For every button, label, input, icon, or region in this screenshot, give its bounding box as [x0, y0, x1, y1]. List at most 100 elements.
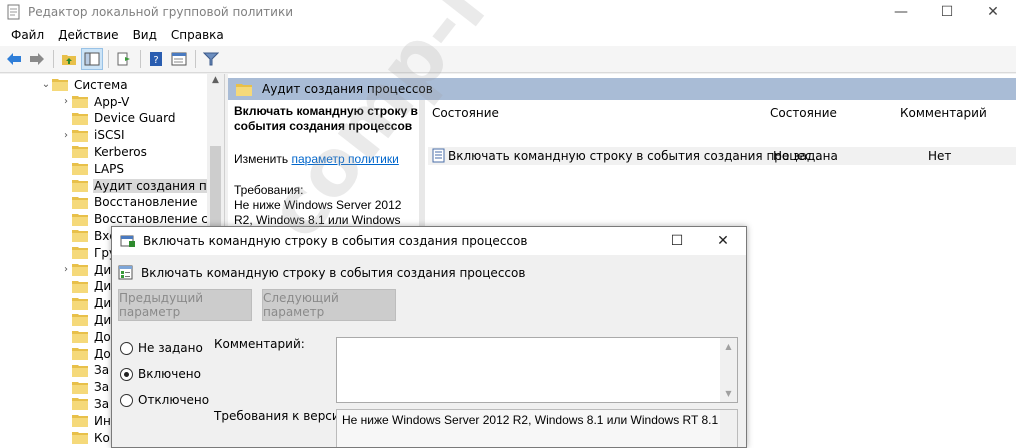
- folder-icon: [72, 398, 88, 411]
- tree-item[interactable]: LAPS: [60, 160, 125, 177]
- tree-item[interactable]: До: [60, 345, 112, 362]
- radio-circle[interactable]: [120, 341, 133, 355]
- tree-item[interactable]: Ди: [60, 311, 112, 328]
- forward-button[interactable]: [26, 48, 48, 70]
- tree-item[interactable]: Гру: [60, 244, 117, 261]
- edit-policy-line: Изменить параметр политики: [234, 152, 419, 167]
- tree-item[interactable]: Ко: [60, 429, 111, 446]
- tree-item[interactable]: За: [60, 395, 110, 412]
- tree-item[interactable]: За: [60, 379, 110, 396]
- folder-icon: [72, 230, 88, 243]
- tree-item-label: Ди: [94, 279, 112, 294]
- details-header: Аудит создания процессов: [228, 78, 1016, 100]
- tree-item[interactable]: Вхо: [60, 227, 118, 244]
- toolbar-separator: [108, 50, 109, 68]
- radio-label: Отключено: [138, 393, 210, 407]
- tree-item[interactable]: › App-V: [60, 93, 130, 110]
- export-icon: [117, 52, 130, 66]
- dialog-app-icon: [120, 235, 135, 247]
- column-header-setting[interactable]: Состояние: [432, 106, 499, 124]
- tree-item[interactable]: Аудит создания проце: [60, 177, 224, 194]
- chevron-right-icon[interactable]: ›: [60, 96, 72, 107]
- radio-circle[interactable]: [120, 393, 133, 407]
- chevron-right-icon[interactable]: ›: [60, 264, 72, 275]
- tree-item-label: За: [94, 363, 110, 378]
- show-tree-button[interactable]: [81, 48, 103, 70]
- tree-item-system[interactable]: ⌄ Система: [40, 76, 129, 93]
- tree-item-label: LAPS: [94, 161, 125, 176]
- radio-circle-selected[interactable]: [120, 367, 133, 381]
- folder-icon: [72, 280, 88, 293]
- next-setting-button[interactable]: Следующий параметр: [262, 289, 396, 321]
- folder-icon: [236, 83, 252, 96]
- previous-setting-button[interactable]: Предыдущий параметр: [118, 289, 252, 321]
- edit-policy-link[interactable]: параметр политики: [291, 152, 398, 166]
- menu-bar: Файл Действие Вид Справка: [0, 24, 1016, 46]
- tree-item-label: App-V: [94, 94, 130, 109]
- tree-item-label: Система: [74, 77, 128, 92]
- scroll-up-icon[interactable]: ▲: [724, 342, 733, 351]
- column-header-comment[interactable]: Комментарий: [900, 106, 987, 124]
- toolbar-separator: [53, 50, 54, 68]
- tree-item[interactable]: За: [60, 362, 110, 379]
- export-list-button[interactable]: [113, 48, 135, 70]
- folder-icon: [72, 381, 88, 394]
- properties-icon: [171, 52, 187, 66]
- comment-textarea[interactable]: ▲ ▼: [336, 337, 738, 403]
- chevron-down-icon[interactable]: ⌄: [40, 79, 52, 90]
- folder-icon: [72, 180, 88, 192]
- tree-item[interactable]: Kerberos: [60, 143, 148, 160]
- up-folder-button[interactable]: [58, 48, 80, 70]
- folder-icon: [72, 146, 88, 159]
- window-title: Редактор локальной групповой политики: [28, 5, 294, 19]
- dialog-subtitle-text: Включать командную строку в события созд…: [141, 265, 526, 280]
- properties-button[interactable]: [168, 48, 190, 70]
- dialog-close-button[interactable]: ✕: [700, 227, 746, 255]
- close-button[interactable]: ✕: [970, 0, 1016, 24]
- folder-icon: [72, 213, 88, 226]
- requirements-label: Требования:: [234, 183, 304, 197]
- column-header-state[interactable]: Состояние: [770, 106, 837, 124]
- menu-view[interactable]: Вид: [126, 28, 164, 42]
- menu-action[interactable]: Действие: [51, 28, 125, 42]
- toolbar: ?: [0, 46, 1016, 73]
- tree-item-label: Восстановление: [94, 195, 198, 210]
- extended-description: Включать командную строку в события созд…: [234, 104, 419, 243]
- table-row[interactable]: Включать командную строку в события созд…: [428, 147, 1016, 165]
- scroll-up-icon[interactable]: ▲: [211, 76, 220, 85]
- folder-icon: [72, 129, 88, 142]
- scroll-down-icon[interactable]: ▼: [724, 389, 733, 398]
- dialog-titlebar: Включать командную строку в события созд…: [112, 227, 746, 255]
- tree-item[interactable]: Восстановление: [60, 194, 198, 211]
- requirements-scrollbar[interactable]: [720, 410, 737, 447]
- folder-icon: [72, 314, 88, 327]
- tree-item[interactable]: › iSCSI: [60, 127, 126, 144]
- folder-icon: [72, 163, 88, 176]
- menu-file[interactable]: Файл: [4, 28, 51, 42]
- comment-scrollbar[interactable]: ▲ ▼: [720, 338, 737, 402]
- arrow-right-icon: [30, 53, 44, 65]
- filter-button[interactable]: [200, 48, 222, 70]
- svg-text:?: ?: [153, 55, 158, 66]
- back-button[interactable]: [3, 48, 25, 70]
- chevron-right-icon[interactable]: ›: [60, 130, 72, 141]
- tree-item[interactable]: Ди: [60, 278, 112, 295]
- comment-label: Комментарий:: [214, 337, 305, 351]
- radio-enabled[interactable]: Включено: [120, 367, 201, 381]
- menu-help[interactable]: Справка: [164, 28, 231, 42]
- policy-setting-dialog: Включать командную строку в события созд…: [111, 226, 747, 448]
- maximize-button[interactable]: ☐: [924, 0, 970, 24]
- tree-item[interactable]: Ди: [60, 295, 112, 312]
- help-button[interactable]: ?: [145, 48, 167, 70]
- tree-item[interactable]: › Ди: [60, 261, 112, 278]
- tree-item-label: До: [94, 329, 111, 344]
- dialog-maximize-button[interactable]: ☐: [654, 227, 700, 255]
- folder-icon: [72, 364, 88, 377]
- minimize-button[interactable]: —: [878, 0, 924, 24]
- tree-item[interactable]: До: [60, 328, 112, 345]
- radio-disabled[interactable]: Отключено: [120, 393, 209, 407]
- tree-item-label: За: [94, 396, 110, 411]
- radio-not-configured[interactable]: Не задано: [120, 341, 203, 355]
- tree-item[interactable]: Ин: [60, 412, 112, 429]
- tree-item[interactable]: Device Guard: [60, 110, 176, 127]
